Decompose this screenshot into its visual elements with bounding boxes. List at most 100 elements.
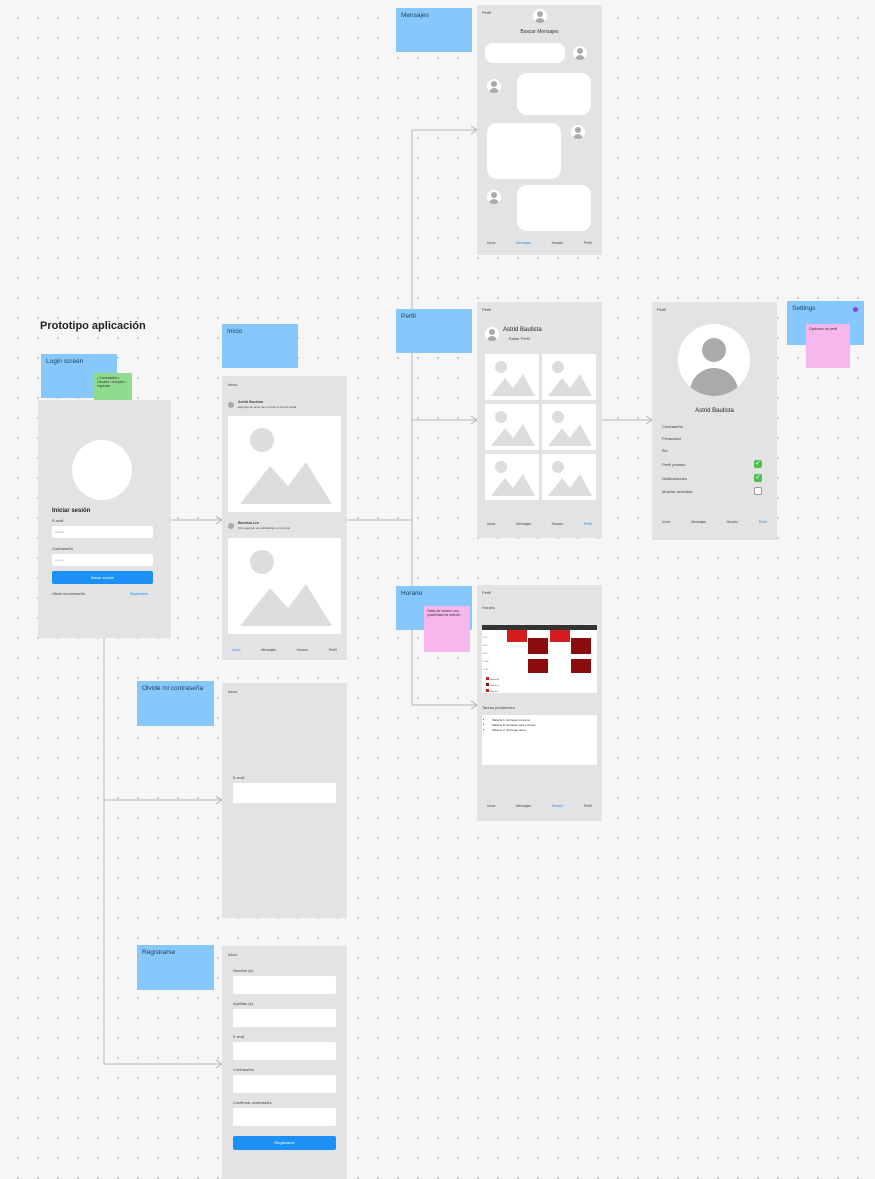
nav-perfil[interactable]: Perfil [584, 522, 592, 526]
user-icon [228, 402, 234, 408]
nav-horario[interactable]: Horario [552, 522, 563, 526]
day-label: Martes [519, 624, 527, 626]
nav-horario[interactable]: Horario [552, 804, 563, 808]
horario-bottom-nav: Inicio Mensajes Horario Perfil [477, 804, 602, 808]
checkbox-checked-icon[interactable]: ✓ [754, 474, 762, 482]
class-block[interactable] [528, 659, 548, 673]
nav-mensajes[interactable]: Mensajes [516, 241, 531, 245]
class-block[interactable] [528, 638, 548, 654]
nav-perfil[interactable]: Perfil [329, 648, 337, 652]
login-heading: Iniciar sesión [52, 508, 91, 514]
edit-profile-link[interactable]: Editar Perfil [509, 336, 530, 341]
nav-perfil[interactable]: Perfil [584, 241, 592, 245]
register-button[interactable]: Registrarse [233, 1136, 336, 1150]
message-bubble[interactable] [487, 123, 561, 179]
day-label: Viernes [582, 624, 591, 626]
nav-horario[interactable]: Horario [552, 241, 563, 245]
sticky-horario-label: Horario [401, 590, 423, 597]
nav-horario[interactable]: Horario [297, 648, 308, 652]
hour-label: 9:00 [483, 653, 488, 655]
field-label: Confirmar contraseña [233, 1100, 272, 1105]
forgot-link[interactable]: Olvidé mi contraseña [52, 592, 85, 596]
hour-label: 8:00 [483, 645, 488, 647]
inicio-bottom-nav: Inicio Mensajes Horario Perfil [222, 648, 347, 652]
confirm-password-field[interactable] [233, 1108, 336, 1126]
class-block[interactable] [571, 659, 591, 673]
login-button[interactable]: Iniciar sesión [52, 571, 153, 584]
legend-item: Materia A [489, 679, 499, 681]
toggle-label: Perfil privado [662, 462, 686, 467]
nav-perfil[interactable]: Perfil [584, 804, 592, 808]
olvide-email-field[interactable] [233, 783, 336, 803]
nav-mensajes[interactable]: Mensajes [691, 520, 706, 524]
avatar-icon [573, 46, 587, 60]
sticky-olvide-label: Olvide mi contraseña [142, 685, 204, 692]
password-field[interactable]: •••••••• [52, 554, 153, 566]
nav-mensajes[interactable]: Mensajes [516, 804, 531, 808]
photo-tile-icon[interactable] [542, 404, 596, 450]
field-label: Apellido (s) [233, 1001, 254, 1006]
message-bubble[interactable] [517, 185, 591, 231]
nav-perfil[interactable]: Perfil [759, 520, 767, 524]
nav-inicio[interactable]: Inicio [662, 520, 670, 524]
settings-header: Perfil [657, 307, 667, 312]
field-label: E-mail [233, 1034, 245, 1039]
pin-icon [853, 307, 858, 312]
sticky-registrarse[interactable]: Registrarse [137, 945, 214, 990]
registro-header: Inicio [228, 952, 238, 957]
note-horario-text: Tabla de horario con posibilidad de edic… [427, 609, 461, 617]
sticky-perfil[interactable]: Perfil [396, 309, 472, 353]
sticky-settings-label: Settings [792, 305, 816, 312]
password-field[interactable] [233, 1075, 336, 1093]
register-link[interactable]: Registrarse [130, 592, 148, 596]
user-icon [228, 523, 234, 529]
note-settings-text: Opciones de perfil [809, 327, 838, 331]
nav-horario[interactable]: Horario [727, 520, 738, 524]
note-horario[interactable]: Tabla de horario con posibilidad de edic… [424, 606, 470, 652]
nombre-field[interactable] [233, 976, 336, 994]
settings-item[interactable]: Contraseña [662, 424, 683, 429]
perfil-header: Perfil [482, 307, 492, 312]
avatar-icon [571, 125, 585, 139]
settings-item[interactable]: Privacidad [662, 436, 681, 441]
photo-tile-icon[interactable] [542, 354, 596, 400]
olvide-header: Inicio [228, 689, 238, 694]
sticky-mensajes[interactable]: Mensajes [396, 8, 472, 52]
checkbox-unchecked-icon[interactable] [754, 487, 762, 495]
day-label: Lunes [500, 624, 507, 626]
checkbox-checked-icon[interactable]: ✓ [754, 460, 762, 468]
message-bubble[interactable] [517, 73, 591, 115]
settings-item[interactable]: Bio [662, 448, 668, 453]
schedule-table[interactable]: Lunes Martes Miércoles Jueves Viernes 7:… [482, 624, 597, 693]
class-block[interactable] [571, 638, 591, 654]
nav-inicio[interactable]: Inicio [487, 522, 495, 526]
photo-tile-icon[interactable] [542, 454, 596, 500]
screen-registro: Inicio Nombre (s) Apellido (s) E-mail Co… [222, 946, 347, 1179]
class-block[interactable] [550, 630, 570, 642]
nav-inicio[interactable]: Inicio [232, 648, 240, 652]
reminder-item[interactable]: Materia C: Entregar tarea [492, 728, 594, 733]
sticky-olvide[interactable]: Olvide mi contraseña [137, 681, 214, 726]
hour-label: 7:00 [483, 637, 488, 639]
nav-mensajes[interactable]: Mensajes [261, 648, 276, 652]
class-block[interactable] [507, 630, 527, 642]
sticky-login-label: Login screen [46, 358, 84, 365]
inicio-header: Inicio [228, 382, 238, 387]
day-label: Miércoles [539, 624, 550, 626]
horario-header: Perfil [482, 590, 492, 595]
sticky-registrarse-label: Registrarse [142, 949, 176, 956]
email-field[interactable] [233, 1042, 336, 1060]
nav-inicio[interactable]: Inicio [487, 241, 495, 245]
nav-inicio[interactable]: Inicio [487, 804, 495, 808]
sticky-inicio[interactable]: Inicio [222, 324, 298, 368]
apellido-field[interactable] [233, 1009, 336, 1027]
photo-tile-icon[interactable] [485, 454, 539, 500]
email-field[interactable]: Correo [52, 526, 153, 538]
settings-name: Astrid Bautista [695, 408, 734, 414]
search-input[interactable] [485, 43, 565, 63]
photo-tile-icon[interactable] [485, 354, 539, 400]
note-settings[interactable]: Opciones de perfil [806, 324, 850, 368]
nav-mensajes[interactable]: Mensajes [516, 522, 531, 526]
sticky-mensajes-label: Mensajes [401, 12, 429, 19]
photo-tile-icon[interactable] [485, 404, 539, 450]
